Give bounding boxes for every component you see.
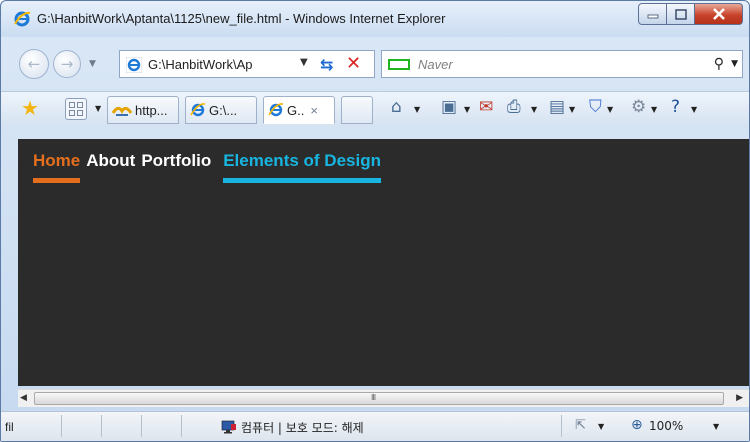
close-window-button[interactable]	[695, 3, 743, 25]
close-tab-icon[interactable]: ×	[310, 103, 318, 118]
ie-icon	[268, 103, 284, 117]
print-icon[interactable]: ⎙	[507, 97, 521, 117]
browser-window: G:\HanbitWork\Aptanta\1125\new_file.html…	[0, 0, 750, 442]
page-menu-icon[interactable]: ▤	[549, 97, 565, 117]
forward-button[interactable]: →	[53, 50, 81, 78]
quick-tabs-icon	[69, 102, 75, 108]
search-input[interactable]: Naver	[418, 57, 453, 72]
horizontal-scrollbar[interactable]: ◀ III ▶	[18, 389, 749, 407]
zoom-level[interactable]: 100%	[649, 419, 683, 433]
recent-pages-dropdown-icon[interactable]: ▼	[89, 59, 96, 69]
status-separator	[561, 415, 562, 437]
site-icon	[112, 106, 132, 116]
status-separator	[181, 415, 182, 437]
page-dropdown-icon[interactable]: ▼	[569, 105, 575, 114]
scroll-right-icon[interactable]: ▶	[736, 393, 743, 403]
ie-logo-icon	[14, 11, 31, 27]
window-controls	[638, 3, 743, 25]
page-ie-icon	[126, 57, 142, 73]
tab-bar: ★ ▼ http... G:\... G.. × ⌂ ▼ ▣ ▼ ✉ ⎙ ▼ ▤…	[1, 91, 749, 127]
help-icon[interactable]: ?	[671, 97, 680, 117]
naver-provider-icon	[388, 59, 410, 70]
status-separator	[101, 415, 102, 437]
maximize-button[interactable]	[667, 3, 695, 25]
nav-link-portfolio[interactable]: Portfolio	[141, 151, 211, 183]
arrow-left-icon: ←	[27, 55, 41, 73]
site-navigation: Home About Portfolio Elements of Design	[33, 151, 387, 183]
search-box[interactable]: Naver ⚲ ▼	[381, 50, 743, 78]
safety-dropdown-icon[interactable]: ▼	[607, 105, 613, 114]
nav-link-elements-of-design[interactable]: Elements of Design	[223, 151, 381, 183]
window-title: G:\HanbitWork\Aptanta\1125\new_file.html…	[37, 11, 446, 26]
back-button[interactable]: ←	[19, 49, 49, 79]
tab-1[interactable]: http...	[107, 96, 179, 124]
arrow-right-icon: →	[60, 55, 74, 73]
close-icon	[712, 8, 725, 20]
ie-icon	[190, 103, 206, 117]
search-icon[interactable]: ⚲	[714, 56, 724, 72]
tools-gear-icon[interactable]: ⚙	[631, 97, 646, 117]
mail-icon[interactable]: ✉	[479, 97, 493, 117]
scrollbar-thumb[interactable]: III	[34, 392, 724, 405]
address-dropdown-icon[interactable]: ▼	[300, 57, 308, 68]
title-bar[interactable]: G:\HanbitWork\Aptanta\1125\new_file.html…	[1, 1, 749, 37]
zoom-dropdown-icon[interactable]: ▼	[713, 422, 719, 431]
computer-zone-icon	[221, 420, 236, 434]
status-text: fil	[5, 420, 14, 434]
page-viewport: Home About Portfolio Elements of Design	[18, 139, 749, 386]
status-bar: fil 컴퓨터 | 보호 모드: 해제 ⇱ ▼ ⊕ 100% ▼	[1, 411, 749, 441]
scroll-left-icon[interactable]: ◀	[20, 393, 27, 403]
safety-shield-icon[interactable]: ⛉	[589, 97, 602, 117]
print-dropdown-icon[interactable]: ▼	[531, 105, 537, 114]
status-separator	[141, 415, 142, 437]
maximize-icon	[674, 8, 687, 20]
nav-link-home[interactable]: Home	[33, 151, 81, 183]
tab-active[interactable]: G.. ×	[263, 96, 335, 124]
address-bar[interactable]: G:\HanbitWork\Ap ▼ ⇆ ✕	[119, 50, 375, 78]
rss-feed-icon[interactable]: ▣	[441, 97, 457, 117]
favorites-star-icon[interactable]: ★	[21, 96, 39, 120]
address-input[interactable]: G:\HanbitWork\Ap	[148, 57, 298, 72]
tools-dropdown-icon[interactable]: ▼	[651, 105, 657, 114]
navigation-bar: ← → ▼ G:\HanbitWork\Ap ▼ ⇆ ✕ Naver ⚲ ▼	[1, 45, 749, 85]
tab-label: http...	[135, 102, 168, 118]
scrollbar-grip: III	[371, 393, 376, 402]
help-dropdown-icon[interactable]: ▼	[691, 105, 697, 114]
zoom-icon[interactable]: ⊕	[631, 417, 643, 433]
home-dropdown-icon[interactable]: ▼	[414, 105, 420, 114]
refresh-icon[interactable]: ⇆	[320, 55, 333, 74]
popup-blocker-icon[interactable]: ⇱	[575, 418, 586, 433]
stop-icon[interactable]: ✕	[346, 53, 361, 74]
minimize-icon	[647, 14, 658, 19]
security-zone-text[interactable]: 컴퓨터 | 보호 모드: 해제	[241, 419, 364, 436]
search-options-dropdown-icon[interactable]: ▼	[731, 59, 738, 69]
quick-tabs-button[interactable]	[65, 98, 87, 120]
home-icon[interactable]: ⌂	[391, 97, 402, 117]
status-separator	[61, 415, 62, 437]
tab-2[interactable]: G:\...	[185, 96, 257, 124]
nav-link-about[interactable]: About	[86, 151, 135, 183]
new-tab-button[interactable]	[341, 96, 373, 124]
tab-label: G:\...	[209, 102, 238, 118]
popup-dropdown-icon[interactable]: ▼	[598, 422, 604, 431]
tab-list-dropdown-icon[interactable]: ▼	[95, 104, 101, 113]
minimize-button[interactable]	[638, 3, 667, 25]
tab-label: G..	[287, 102, 305, 118]
feed-dropdown-icon[interactable]: ▼	[464, 105, 470, 114]
